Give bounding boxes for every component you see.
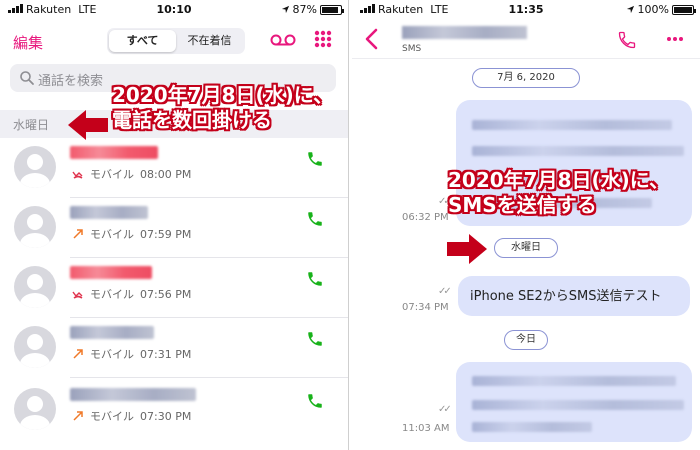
- outgoing-call-icon: [73, 349, 83, 359]
- read-check-icon: ✓✓: [438, 404, 452, 415]
- call-time: 07:31 PM: [140, 347, 192, 361]
- message-bubble[interactable]: iPhone SE2からSMS送信テスト: [458, 276, 690, 316]
- status-right: 87%: [281, 3, 344, 16]
- contact-name-redacted: [70, 146, 158, 159]
- call-row[interactable]: モバイル 08:00 PM: [0, 142, 348, 198]
- call-meta: モバイル 07:30 PM: [72, 408, 191, 424]
- segment-missed[interactable]: 不在着信: [176, 30, 243, 52]
- status-right: 100%: [626, 3, 696, 16]
- outgoing-call-icon: [73, 411, 83, 421]
- missed-call-icon: [72, 171, 83, 179]
- read-check-icon: ✓✓: [438, 286, 452, 297]
- voicemail-icon[interactable]: [270, 34, 296, 46]
- annotation-call: 2020年7月8日(水)に、 電話を数回掛ける: [112, 83, 333, 133]
- message-time: 07:34 PM: [402, 302, 449, 313]
- call-meta: モバイル 07:56 PM: [72, 286, 191, 302]
- avatar: [14, 146, 56, 188]
- date-separator: 7月 6, 2020: [472, 68, 580, 88]
- call-type: モバイル: [90, 168, 134, 181]
- call-type: モバイル: [90, 410, 134, 423]
- call-time: 08:00 PM: [140, 167, 192, 181]
- avatar: [14, 388, 56, 430]
- call-row[interactable]: モバイル 07:31 PM: [0, 322, 348, 378]
- location-icon: [626, 5, 634, 14]
- date-separator: 水曜日: [494, 238, 558, 258]
- call-meta: モバイル 07:59 PM: [72, 226, 191, 242]
- annotation-arrow-right-icon: [447, 234, 487, 264]
- annotation-call-line2: 電話を数回掛ける: [112, 108, 272, 132]
- phone-icon[interactable]: [306, 150, 324, 168]
- call-type: モバイル: [90, 288, 134, 301]
- message-time: 11:03 AM: [402, 423, 450, 434]
- message-bubble-redacted[interactable]: [456, 362, 692, 442]
- contact-name-redacted: [70, 206, 148, 219]
- call-history-screen: Rakuten LTE 10:10 87% 編集 すべて 不在着信 通話を検索 …: [0, 0, 348, 450]
- date-separator: 今日: [504, 330, 548, 350]
- phone-icon[interactable]: [306, 330, 324, 348]
- call-type: モバイル: [90, 348, 134, 361]
- phone-icon[interactable]: [306, 270, 324, 288]
- call-time: 07:56 PM: [140, 287, 192, 301]
- call-time: 07:30 PM: [140, 409, 192, 423]
- annotation-sms-line1: 2020年7月8日(水)に、: [448, 168, 670, 192]
- contact-name-redacted: [70, 326, 154, 339]
- avatar: [14, 326, 56, 368]
- contact-name-redacted: [402, 26, 527, 39]
- message-time: 06:32 PM: [402, 212, 449, 223]
- contact-name-redacted: [70, 388, 196, 401]
- more-options-icon[interactable]: [666, 36, 684, 42]
- search-icon: [20, 71, 34, 85]
- call-filter-segmented-control: すべて 不在着信: [107, 28, 245, 54]
- annotation-sms-line2: SMSを送信する: [448, 193, 597, 217]
- location-icon: [281, 5, 289, 14]
- day-header-label: 水曜日: [13, 118, 50, 132]
- phone-call-icon[interactable]: [617, 30, 637, 50]
- call-time: 07:59 PM: [140, 227, 192, 241]
- status-bar: Rakuten LTE 11:35 100%: [352, 0, 700, 20]
- call-row[interactable]: モバイル 07:59 PM: [0, 202, 348, 258]
- call-type: モバイル: [90, 228, 134, 241]
- edit-button[interactable]: 編集: [13, 32, 43, 53]
- battery-icon: [320, 4, 344, 15]
- battery-percent: 100%: [637, 3, 669, 16]
- annotation-arrow-left-icon: [68, 110, 108, 140]
- status-bar: Rakuten LTE 10:10 87%: [0, 0, 348, 20]
- avatar: [14, 266, 56, 308]
- contact-name-redacted: [70, 266, 152, 279]
- avatar: [14, 206, 56, 248]
- back-chevron-icon[interactable]: [364, 28, 378, 50]
- battery-icon: [672, 4, 696, 15]
- call-meta: モバイル 08:00 PM: [72, 166, 191, 182]
- keypad-icon[interactable]: [314, 30, 332, 48]
- battery-percent: 87%: [292, 3, 317, 16]
- outgoing-call-icon: [73, 229, 83, 239]
- annotation-sms: 2020年7月8日(水)に、 SMSを送信する: [448, 168, 669, 218]
- segment-all[interactable]: すべて: [109, 30, 176, 52]
- phone-icon[interactable]: [306, 392, 324, 410]
- call-row[interactable]: モバイル 07:30 PM: [0, 384, 348, 440]
- annotation-call-line1: 2020年7月8日(水)に、: [112, 83, 334, 107]
- message-text: iPhone SE2からSMS送信テスト: [470, 289, 662, 304]
- sms-conversation-screen: Rakuten LTE 11:35 100% SMS 7月 6, 2020 ✓✓…: [352, 0, 700, 450]
- channel-label: SMS: [402, 44, 422, 54]
- search-placeholder: 通話を検索: [38, 74, 104, 89]
- missed-call-icon: [72, 291, 83, 299]
- phone-icon[interactable]: [306, 210, 324, 228]
- call-meta: モバイル 07:31 PM: [72, 346, 191, 362]
- call-row[interactable]: モバイル 07:56 PM: [0, 262, 348, 318]
